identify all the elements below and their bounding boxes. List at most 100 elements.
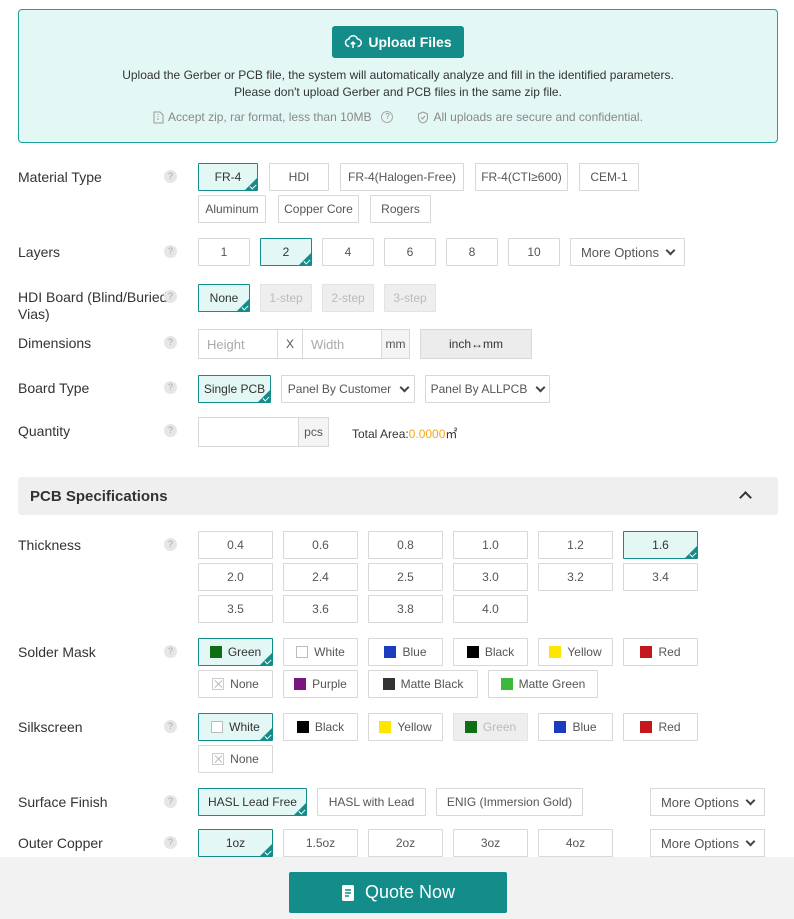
- pcb-specifications-header[interactable]: PCB Specifications: [18, 477, 778, 515]
- surface-finish-option[interactable]: HASL Lead Free: [198, 788, 307, 816]
- chevron-up-icon[interactable]: [739, 491, 752, 504]
- layer-option[interactable]: 6: [384, 238, 436, 266]
- thickness-option[interactable]: 1.2: [538, 531, 613, 559]
- width-input[interactable]: Width: [302, 329, 382, 359]
- thickness-option[interactable]: 0.6: [283, 531, 358, 559]
- outer-copper-option[interactable]: 3oz: [453, 829, 528, 857]
- option-label: Green: [227, 645, 262, 659]
- thickness-option[interactable]: 3.2: [538, 563, 613, 591]
- material-option[interactable]: FR-4: [198, 163, 258, 191]
- help-icon[interactable]: ?: [164, 836, 177, 849]
- upload-button-label: Upload Files: [368, 34, 452, 50]
- thickness-option[interactable]: 1.0: [453, 531, 528, 559]
- silkscreen-option-white[interactable]: White: [198, 713, 273, 741]
- solder-mask-option-purple[interactable]: Purple: [283, 670, 358, 698]
- help-icon[interactable]: ?: [164, 245, 177, 258]
- thickness-option[interactable]: 3.0: [453, 563, 528, 591]
- thickness-option[interactable]: 1.6: [623, 531, 698, 559]
- thickness-option[interactable]: 2.0: [198, 563, 273, 591]
- solder-mask-option-yellow[interactable]: Yellow: [538, 638, 613, 666]
- solder-mask-option-matte-green[interactable]: Matte Green: [488, 670, 598, 698]
- silkscreen-option-yellow[interactable]: Yellow: [368, 713, 443, 741]
- layer-option[interactable]: 10: [508, 238, 560, 266]
- quote-now-label: Quote Now: [364, 882, 456, 902]
- solder-mask-option-green[interactable]: Green: [198, 638, 273, 666]
- thickness-option[interactable]: 2.5: [368, 563, 443, 591]
- solder-mask-option-none[interactable]: None: [198, 670, 273, 698]
- help-icon[interactable]: ?: [164, 381, 177, 394]
- help-icon[interactable]: ?: [164, 645, 177, 658]
- chevron-down-icon: [665, 245, 676, 255]
- layer-option[interactable]: 1: [198, 238, 250, 266]
- thickness-option[interactable]: 0.4: [198, 531, 273, 559]
- board-type-label: Board Type: [18, 380, 90, 396]
- material-option[interactable]: CEM-1: [579, 163, 639, 191]
- board-type-option[interactable]: Single PCB: [198, 375, 271, 403]
- option-label: Purple: [312, 677, 347, 691]
- silkscreen-option-black[interactable]: Black: [283, 713, 358, 741]
- thickness-option[interactable]: 3.8: [368, 595, 443, 623]
- upload-dropzone[interactable]: Upload Files Upload the Gerber or PCB fi…: [18, 9, 778, 143]
- solder-mask-option-white[interactable]: White: [283, 638, 358, 666]
- material-option[interactable]: Aluminum: [198, 195, 266, 223]
- outer-copper-option[interactable]: 1.5oz: [283, 829, 358, 857]
- solder-mask-option-blue[interactable]: Blue: [368, 638, 443, 666]
- help-icon[interactable]: ?: [164, 538, 177, 551]
- hdi-option[interactable]: None: [198, 284, 250, 312]
- layer-option[interactable]: 4: [322, 238, 374, 266]
- outer-copper-more-options[interactable]: More Options: [650, 829, 765, 857]
- outer-copper-option[interactable]: 4oz: [538, 829, 613, 857]
- quantity-input[interactable]: [198, 417, 299, 447]
- layer-option[interactable]: 2: [260, 238, 312, 266]
- silkscreen-option-none[interactable]: None: [198, 745, 273, 773]
- layer-option[interactable]: 8: [446, 238, 498, 266]
- option-label: Matte Black: [400, 677, 464, 691]
- help-icon[interactable]: ?: [164, 424, 177, 437]
- total-area-value: 0.0000: [408, 427, 446, 441]
- help-icon[interactable]: ?: [164, 336, 177, 349]
- surface-finish-more-options[interactable]: More Options: [650, 788, 765, 816]
- format-help-icon[interactable]: ?: [381, 111, 394, 123]
- help-icon[interactable]: ?: [164, 720, 177, 733]
- unit-convert-toggle[interactable]: inch↔mm: [420, 329, 532, 359]
- thickness-option[interactable]: 0.8: [368, 531, 443, 559]
- solder-mask-option-matte-black[interactable]: Matte Black: [368, 670, 478, 698]
- file-zip-icon: [153, 111, 164, 123]
- upload-files-button[interactable]: Upload Files: [332, 26, 464, 58]
- silkscreen-option-blue[interactable]: Blue: [538, 713, 613, 741]
- cloud-upload-icon: [345, 35, 363, 48]
- color-swatch: [384, 646, 397, 658]
- solder-mask-option-red[interactable]: Red: [623, 638, 698, 666]
- material-option[interactable]: FR-4(CTI≥600): [475, 163, 568, 191]
- thickness-option[interactable]: 4.0: [453, 595, 528, 623]
- surface-finish-option[interactable]: ENIG (Immersion Gold): [436, 788, 583, 816]
- silkscreen-option-red[interactable]: Red: [623, 713, 698, 741]
- help-icon[interactable]: ?: [164, 290, 177, 303]
- surface-finish-option[interactable]: HASL with Lead: [317, 788, 426, 816]
- material-option[interactable]: Rogers: [370, 195, 431, 223]
- board-type-option-panel-allpcb[interactable]: Panel By ALLPCB: [425, 375, 550, 403]
- outer-copper-option[interactable]: 1oz: [198, 829, 273, 857]
- option-label: Blue: [572, 720, 597, 734]
- help-icon[interactable]: ?: [164, 795, 177, 808]
- color-swatch: [379, 721, 392, 733]
- solder-mask-option-black[interactable]: Black: [453, 638, 528, 666]
- document-icon: [341, 884, 354, 901]
- help-icon[interactable]: ?: [164, 170, 177, 183]
- material-option[interactable]: Copper Core: [278, 195, 359, 223]
- thickness-option[interactable]: 3.4: [623, 563, 698, 591]
- thickness-option[interactable]: 2.4: [283, 563, 358, 591]
- height-input[interactable]: Height: [198, 329, 278, 359]
- outer-copper-option[interactable]: 2oz: [368, 829, 443, 857]
- material-option[interactable]: FR-4(Halogen-Free): [340, 163, 464, 191]
- quote-now-button[interactable]: Quote Now: [289, 872, 507, 913]
- total-area: Total Area:0.0000㎡: [352, 425, 457, 442]
- hdi-option: 1-step: [260, 284, 312, 312]
- outer-copper-label: Outer Copper: [18, 835, 103, 851]
- thickness-option[interactable]: 3.6: [283, 595, 358, 623]
- color-swatch: [464, 721, 477, 733]
- board-type-option-panel-customer[interactable]: Panel By Customer: [281, 375, 415, 403]
- layers-more-options[interactable]: More Options: [570, 238, 685, 266]
- thickness-option[interactable]: 3.5: [198, 595, 273, 623]
- material-option[interactable]: HDI: [269, 163, 329, 191]
